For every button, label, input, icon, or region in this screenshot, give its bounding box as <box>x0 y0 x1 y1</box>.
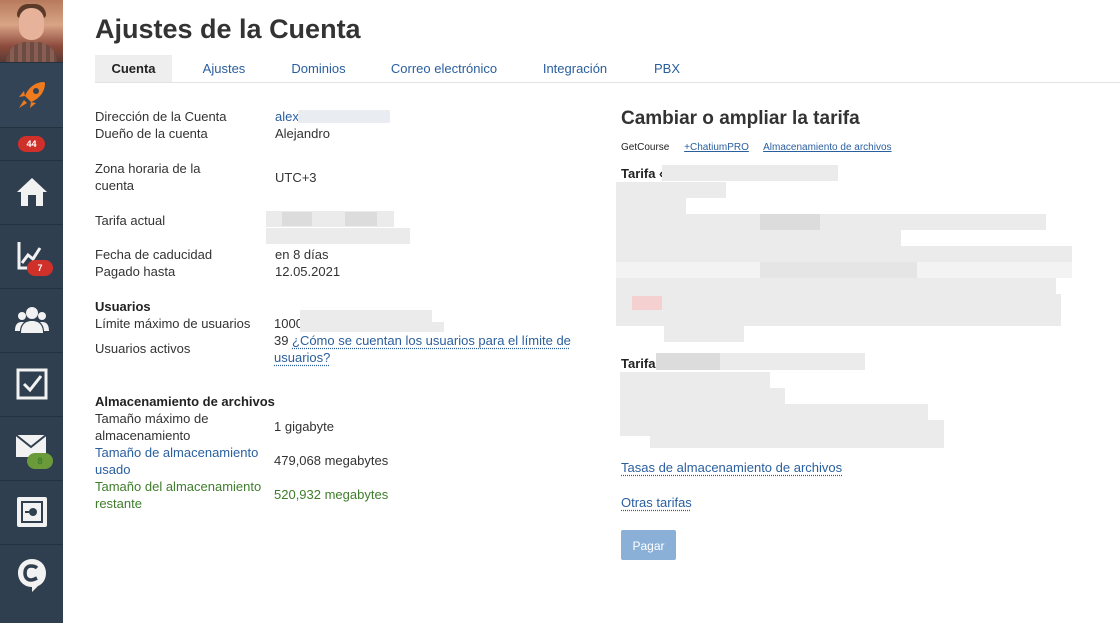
storage-max-label-line2: almacenamiento <box>95 428 191 443</box>
notifications-badge: 44 <box>18 136 45 152</box>
paid-until-label: Pagado hasta <box>95 264 176 279</box>
tab-cuenta[interactable]: Cuenta <box>95 55 172 82</box>
sidebar-item-mail[interactable]: 8 <box>0 416 63 480</box>
redacted-tariff-1b <box>282 212 312 226</box>
avatar-shirt <box>6 42 57 62</box>
sidebar-notifications[interactable]: 44 <box>0 127 63 160</box>
users-limit-help-link-line2[interactable]: usuarios? <box>274 349 330 366</box>
redacted-tariff-1-name <box>662 165 838 181</box>
redacted-users-2 <box>300 322 444 332</box>
tab-integracion[interactable]: Integración <box>537 55 613 82</box>
redacted-t1-a <box>616 182 726 198</box>
account-address-label: Dirección de la Cuenta <box>95 109 227 124</box>
timezone-value: UTC+3 <box>275 170 317 185</box>
other-tariffs-link[interactable]: Otras tarifas <box>621 494 692 511</box>
users-icon <box>15 307 49 333</box>
pay-button[interactable]: Pagar <box>621 530 676 560</box>
sidebar-item-chat[interactable] <box>0 544 63 608</box>
users-max-value: 1000 <box>274 316 303 331</box>
rocket-icon <box>19 82 45 108</box>
storage-remaining-label-line1: Tamaño del almacenamiento <box>95 479 262 494</box>
redacted-address <box>298 110 390 123</box>
redacted-t2-c <box>620 404 928 420</box>
safe-icon <box>17 497 47 527</box>
storage-remaining-label-line2: restante <box>95 496 142 511</box>
expiry-value: en 8 días <box>275 247 329 262</box>
redacted-t2-e <box>650 436 944 448</box>
tab-bar: Cuenta Ajustes Dominios Correo electróni… <box>95 55 1120 83</box>
redacted-t1-e <box>616 246 1072 262</box>
stats-badge: 7 <box>27 260 53 276</box>
tab-correo[interactable]: Correo electrónico <box>385 55 503 82</box>
product-storage-link[interactable]: Almacenamiento de archivos <box>763 142 891 153</box>
storage-used-value: 479,068 megabytes <box>274 453 389 468</box>
redacted-users-1 <box>300 310 432 322</box>
redacted-t1-g <box>616 278 1056 294</box>
sidebar-item-safe[interactable] <box>0 480 63 544</box>
storage-rates-link[interactable]: Tasas de almacenamiento de archivos <box>621 459 842 476</box>
account-address-link[interactable]: alex <box>275 108 299 125</box>
storage-remaining-value: 520,932 megabytes <box>274 487 389 502</box>
expiry-label: Fecha de caducidad <box>95 247 213 262</box>
storage-header: Almacenamiento de archivos <box>95 394 275 409</box>
account-owner-value: Alejandro <box>275 126 330 141</box>
redacted-t2-b <box>620 388 785 404</box>
redacted-tariff-2-name <box>656 353 720 370</box>
users-limit-help-link-line1[interactable]: ¿Cómo se cuentan los usuarios para el lí… <box>292 332 571 349</box>
storage-used-label-line2: usado <box>95 462 131 477</box>
redacted-t1-d <box>616 230 901 246</box>
redacted-t2-d <box>620 420 944 436</box>
tab-dominios[interactable]: Dominios <box>285 55 352 82</box>
chat-icon <box>18 559 46 592</box>
storage-max-label-line1: Tamaño máximo de <box>95 411 209 426</box>
tariff-2-label: Tarifa <box>621 356 656 371</box>
account-owner-label: Dueño de la cuenta <box>95 126 208 141</box>
redacted-t2-a <box>620 372 770 388</box>
storage-used-label-line1: Tamaño de almacenamiento <box>95 445 259 460</box>
redacted-t1-i <box>616 310 1061 326</box>
timezone-label-line2: cuenta <box>95 178 135 193</box>
sidebar-item-users[interactable] <box>0 288 63 352</box>
redacted-t1-c2 <box>760 214 820 230</box>
tariff-1-label: Tarifa « <box>621 166 667 181</box>
tab-pbx[interactable]: PBX <box>647 55 687 82</box>
sidebar-item-stats[interactable]: 7 <box>0 224 63 288</box>
product-links: GetCourse +ChatiumPRO Almacenamiento de … <box>621 142 904 153</box>
redacted-t1-f2 <box>616 262 1072 278</box>
users-max-label: Límite máximo de usuarios <box>95 316 251 331</box>
product-chatiumpro-link[interactable]: +ChatiumPRO <box>684 142 749 153</box>
users-active-value: 39 <box>274 333 289 348</box>
tasks-icon <box>16 368 48 400</box>
users-header: Usuarios <box>95 299 151 314</box>
redacted-tariff-2-name-b <box>720 353 865 370</box>
page-title: Ajustes de la Cuenta <box>95 14 361 44</box>
home-icon <box>17 178 47 206</box>
redacted-t1-j <box>664 326 744 342</box>
paid-until-value: 12.05.2021 <box>275 264 341 279</box>
redacted-t1-c <box>616 214 1046 230</box>
users-active-label: Usuarios activos <box>95 341 191 356</box>
redacted-t1-b <box>616 198 686 214</box>
redacted-tariff-1c <box>345 212 377 226</box>
sidebar-item-rocket[interactable] <box>0 62 63 127</box>
sidebar-item-tasks[interactable] <box>0 352 63 416</box>
sidebar: 44 7 8 <box>0 0 63 623</box>
mail-badge: 8 <box>27 453 53 469</box>
tab-ajustes[interactable]: Ajustes <box>195 55 253 82</box>
timezone-label-line1: Zona horaria de la <box>95 161 201 176</box>
tariff-current-label: Tarifa actual <box>95 213 166 228</box>
redacted-tariff-2 <box>266 228 410 244</box>
tariff-change-title: Cambiar o ampliar la tarifa <box>621 108 860 129</box>
avatar-face <box>19 8 44 40</box>
sidebar-item-home[interactable] <box>0 160 63 224</box>
storage-max-value: 1 gigabyte <box>274 419 334 434</box>
avatar[interactable] <box>0 0 63 62</box>
redacted-t1-h <box>616 294 1061 310</box>
product-getcourse[interactable]: GetCourse <box>621 142 669 153</box>
